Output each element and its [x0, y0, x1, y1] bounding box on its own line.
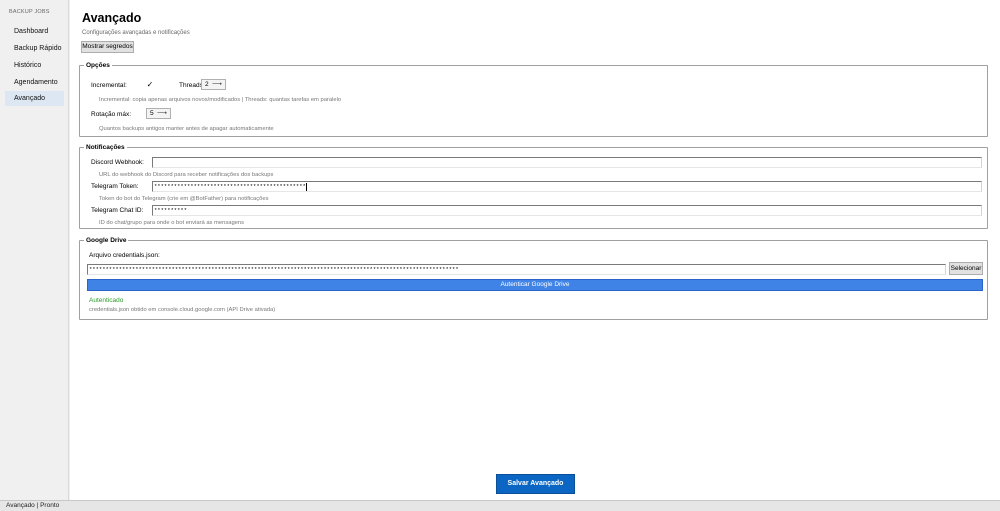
sidebar-item-dashboard[interactable]: Dashboard — [5, 24, 64, 39]
sidebar-item-historico[interactable]: Histórico — [5, 58, 64, 73]
gdrive-group-title: Google Drive — [84, 236, 129, 245]
incremental-label: Incremental: — [91, 82, 127, 89]
telegram-token-label: Telegram Token: — [91, 183, 139, 190]
rotation-value: 5 — [150, 110, 154, 117]
threads-select[interactable]: 2 ⟶ — [201, 79, 226, 90]
notifications-group-title: Notificações — [84, 143, 127, 152]
select-file-button[interactable]: Selecionar — [949, 262, 983, 275]
telegram-chat-input[interactable]: ********** — [152, 205, 982, 216]
notifications-group: Notificações Discord Webhook: URL do web… — [79, 143, 988, 229]
sidebar-item-avancado[interactable]: Avançado — [5, 91, 64, 106]
telegram-token-hint: Token do bot do Telegram (crie em @BotFa… — [99, 196, 269, 202]
telegram-chat-label: Telegram Chat ID: — [91, 207, 144, 214]
page-title: Avançado — [82, 11, 142, 25]
options-group-title: Opções — [84, 61, 112, 70]
show-secrets-button[interactable]: Mostrar segredos — [81, 41, 134, 53]
sidebar-item-agendamento[interactable]: Agendamento — [5, 75, 64, 90]
sidebar-item-backup-rapido[interactable]: Backup Rápido — [5, 41, 64, 56]
main-content: Avançado Configurações avançadas e notif… — [70, 0, 1000, 500]
sidebar-brand: BACKUP JOBS — [9, 9, 50, 15]
rotation-label: Rotação máx: — [91, 111, 132, 118]
discord-label: Discord Webhook: — [91, 159, 144, 166]
options-hint-threads: Incremental: copia apenas arquivos novos… — [99, 97, 342, 103]
rotation-select[interactable]: 5 ⟶ — [146, 108, 171, 119]
telegram-token-input[interactable]: ****************************************… — [152, 181, 982, 192]
options-hint-rotation: Quantos backups antigos manter antes de … — [99, 126, 274, 132]
stepper-arrow-icon: ⟶ — [211, 81, 222, 88]
sidebar: BACKUP JOBS Dashboard Backup Rápido Hist… — [0, 0, 69, 500]
page-subtitle: Configurações avançadas e notificações — [82, 30, 190, 36]
gdrive-status: Autenticado — [89, 297, 124, 304]
authenticate-gdrive-button[interactable]: Autenticar Google Drive — [87, 279, 983, 291]
options-group: Opções Incremental: ✓ Threads: 2 ⟶ Incre… — [79, 61, 988, 137]
telegram-token-value: ****************************************… — [154, 183, 306, 190]
gdrive-hint: credentials.json obtido em console.cloud… — [89, 307, 276, 313]
status-bar: Avançado | Pronto — [0, 500, 1000, 511]
save-advanced-button[interactable]: Salvar Avançado — [496, 474, 575, 494]
gdrive-group: Google Drive Arquivo credentials.json: *… — [79, 236, 988, 320]
stepper-arrow-icon: ⟶ — [156, 110, 167, 117]
threads-value: 2 — [205, 81, 209, 88]
credentials-file-input[interactable]: ****************************************… — [87, 264, 946, 275]
telegram-chat-hint: ID do chat/grupo para onde o bot enviará… — [99, 220, 245, 226]
discord-webhook-input[interactable] — [152, 157, 982, 168]
credentials-file-label: Arquivo credentials.json: — [89, 252, 160, 259]
incremental-checkbox[interactable]: ✓ — [146, 81, 154, 89]
discord-hint: URL do webhook do Discord para receber n… — [99, 172, 274, 178]
text-caret — [305, 182, 307, 191]
